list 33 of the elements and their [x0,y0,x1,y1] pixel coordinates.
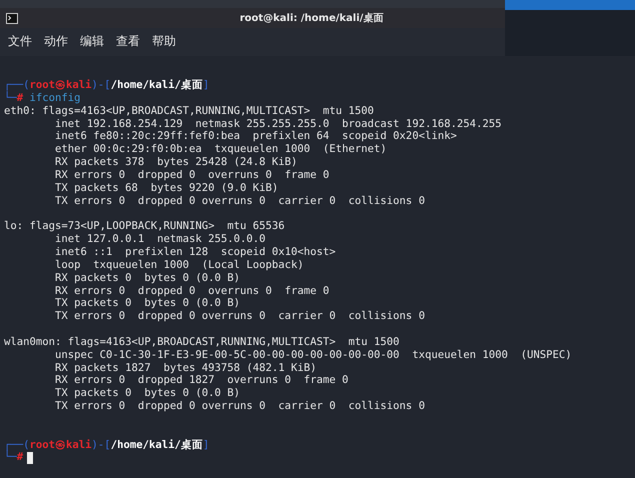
output-line: loop txqueuelen 1000 (Local Loopback) [54,258,305,272]
output-line: unspec C0-1C-30-1F-E3-9E-00-5C-00-00-00-00-00-00-00-00 txqueuelen 1000 (UNSPEC) [54,348,573,362]
output-line: inet 192.168.254.129 netmask 255.255.255.0 broadcast 192.168.254.255 [54,118,502,130]
output-line: RX packets 0 bytes 0 (0.0 B) [54,272,241,284]
output-line: RX packets 378 bytes 25428 (24.8 KiB) [54,156,298,169]
output-line: TX packets 68 bytes 9220 (9.0 KiB) [54,182,280,195]
output-line: TX errors 0 dropped 0 overruns 0 carrier 0 collisions 0 [54,194,426,208]
window-title: root@kali: /home/kali/桌面 [238,12,384,25]
output-line: eth0: flags=4163<UP,BROADCAST,RUNNING,MULTICAST> mtu 1500 [4,104,375,118]
command-line: └─# ifconfig [4,92,82,105]
output-line: inet6 fe80::20c:29ff:fef0:bea prefixlen 64 scopeid 0x20<link> [54,130,458,144]
output-line: TX errors 0 dropped 0 overruns 0 carrier 0 collisions 0 [54,310,426,324]
prompt-line: ┌──(root㉿kali)-[/home/kali/桌面] [4,79,210,91]
menu-item[interactable]: 帮助 [152,33,176,50]
output-line: RX errors 0 dropped 1827 overruns 0 frame 0 [54,374,350,388]
menu-item[interactable]: 动作 [44,33,68,50]
menu-item[interactable]: 编辑 [80,33,104,50]
output-line: RX errors 0 dropped 0 overruns 0 frame 0 [54,168,330,182]
output-line: inet 127.0.0.1 netmask 255.0.0.0 [54,233,266,246]
menu-item[interactable]: 查看 [116,33,140,50]
output-line: lo: flags=73<UP,LOOPBACK,RUNNING> mtu 65536 [4,220,286,234]
output-line: RX errors 0 dropped 0 overruns 0 frame 0 [54,284,330,298]
output-line: inet6 ::1 prefixlen 128 scopeid 0x10<host> [54,246,337,259]
menu-item[interactable]: 文件 [8,33,32,50]
prompt-line: ┌──(root㉿kali)-[/home/kali/桌面] [4,438,210,451]
output-line: TX errors 0 dropped 0 overruns 0 carrier 0 collisions 0 [54,400,426,413]
output-line: TX packets 0 bytes 0 (0.0 B) [54,297,241,310]
output-line: RX packets 1827 bytes 493758 (482.1 KiB) [54,362,318,374]
terminal-icon [6,12,18,24]
output-line: TX packets 0 bytes 0 (0.0 B) [54,387,241,400]
output-line: ether 00:0c:29:f0:0b:ea txqueuelen 1000 (Ethernet) [54,143,388,156]
command-line: └─# [4,451,635,464]
output-line: wlan0mon: flags=4163<UP,BROADCAST,RUNNING,MULTICAST> mtu 1500 [4,336,400,349]
